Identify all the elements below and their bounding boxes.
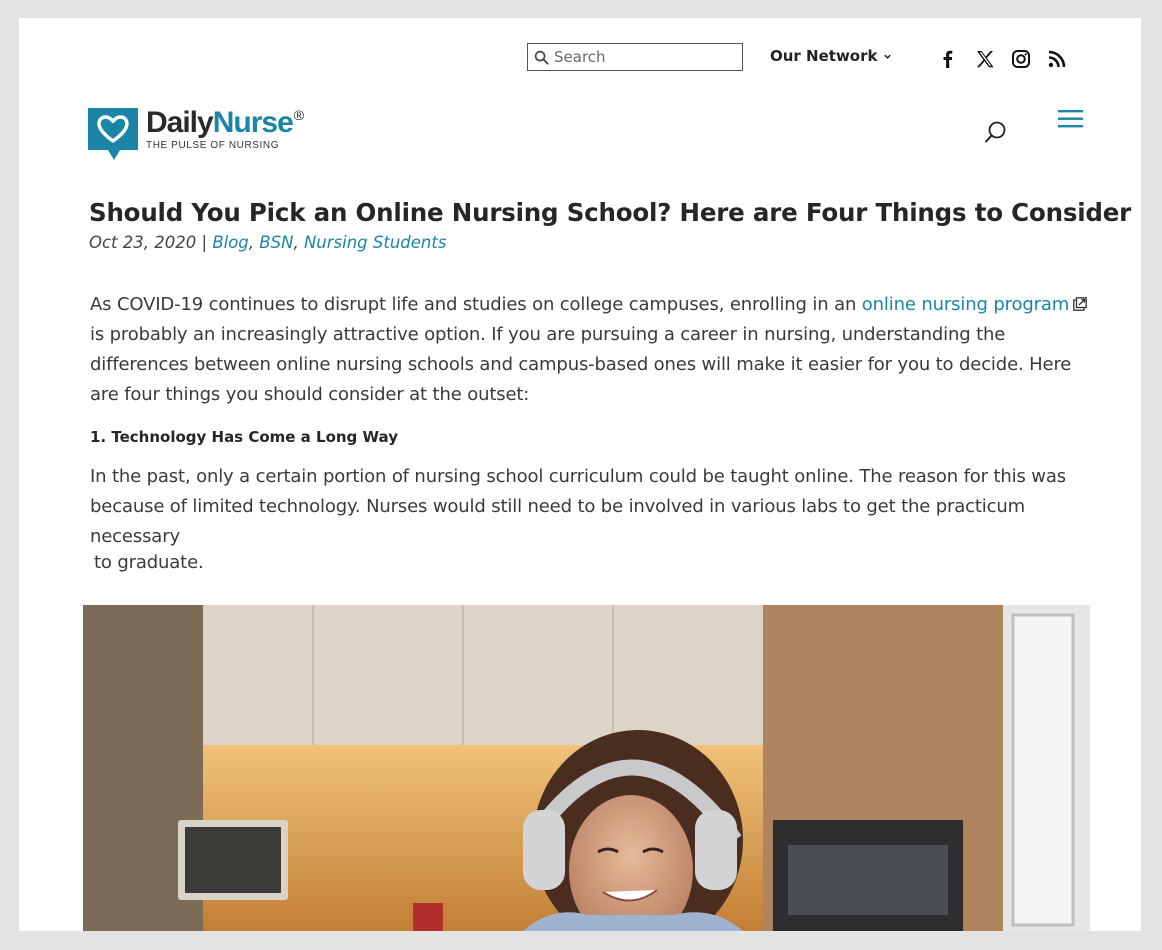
our-network-label: Our Network [770,47,878,65]
site-logo[interactable]: Daily Nurse ® The Pulse of Nursing [88,106,304,160]
rss-icon [1048,50,1066,68]
technology-paragraph: In the past, only a certain portion of n… [90,466,1066,573]
instagram-icon [1012,50,1030,68]
heart-chat-logo-icon [88,108,138,160]
facebook-icon [943,50,953,68]
online-nursing-program-link[interactable]: online nursing program [862,294,1069,315]
page: Our Network [19,18,1141,931]
search-icon [985,121,1006,143]
post-date: Oct 23, 2020 [89,233,197,252]
facebook-link[interactable] [937,48,959,70]
category-link-nursing-students[interactable]: Nursing Students [304,233,447,252]
rss-link[interactable] [1046,48,1068,70]
logo-wordmark: Daily Nurse ® [146,106,304,139]
menu-icon [1058,110,1083,128]
post-meta: Oct 23, 2020 | Blog, BSN, Nursing Studen… [89,233,447,252]
search-icon [534,50,549,65]
x-icon [977,51,994,68]
article-title: Should You Pick an Online Nursing School… [89,198,1132,227]
header-search-button[interactable] [983,119,1009,147]
chevron-down-icon [884,54,892,59]
intro-paragraph: As COVID-19 continues to disrupt life an… [90,290,1100,410]
instagram-link[interactable] [1010,48,1032,70]
search-input[interactable] [554,48,724,66]
category-link-bsn[interactable]: BSN [259,233,293,252]
x-link[interactable] [974,48,996,70]
logo-tagline: The Pulse of Nursing [146,140,280,151]
meta-separator: | [201,233,208,252]
our-network-dropdown[interactable]: Our Network [770,47,892,65]
section-heading-technology: 1. Technology Has Come a Long Way [90,428,398,446]
article-photo-student-with-headphones [83,605,1090,931]
category-link-blog[interactable]: Blog [212,233,248,252]
external-link-icon [1073,297,1087,311]
search-box[interactable] [527,43,743,71]
hamburger-menu-button[interactable] [1057,107,1085,131]
